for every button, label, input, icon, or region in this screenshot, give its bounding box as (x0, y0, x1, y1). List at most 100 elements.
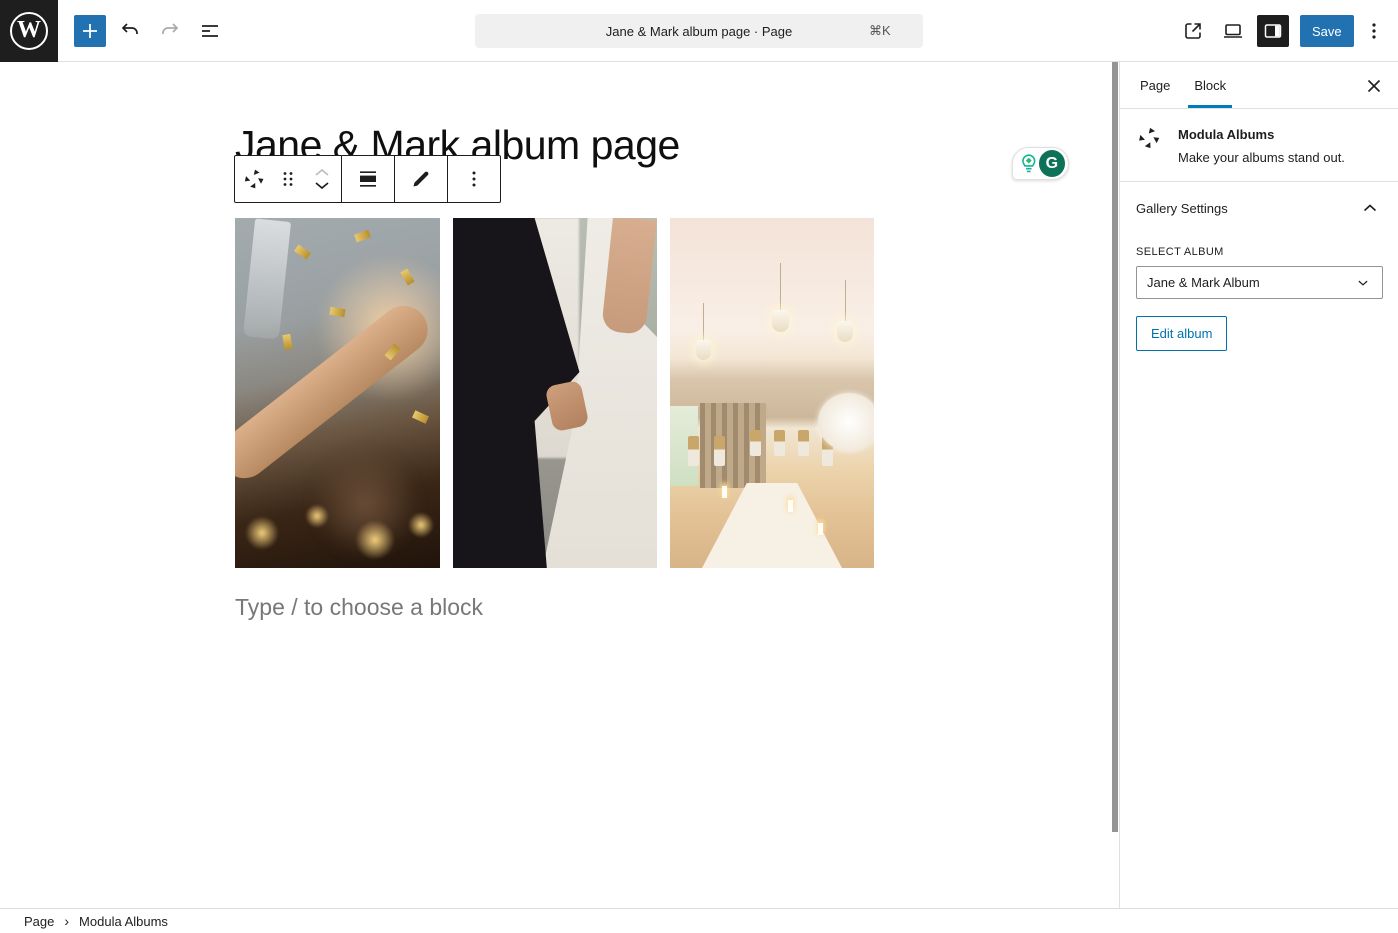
photo-decor (696, 340, 711, 360)
save-button[interactable]: Save (1300, 15, 1354, 47)
photo-decor (703, 303, 704, 341)
edit-gallery-button[interactable] (397, 156, 445, 202)
wordpress-logo-ring: W (10, 12, 48, 50)
laptop-icon (1221, 19, 1245, 43)
photo-decor (722, 486, 727, 498)
document-title: Jane & Mark album page · Page (475, 24, 869, 39)
options-menu-button[interactable] (1358, 15, 1390, 47)
block-toolbar-group-main (235, 156, 342, 202)
tab-block[interactable]: Block (1182, 62, 1238, 108)
preview-button[interactable] (1217, 15, 1249, 47)
grammarly-widget[interactable]: G (1012, 147, 1069, 180)
gallery-settings-body: SELECT ALBUM Jane & Mark Album Edit albu… (1120, 234, 1398, 367)
photo-decor (818, 393, 874, 451)
pencil-icon (409, 167, 433, 191)
kebab-menu-icon (1362, 19, 1386, 43)
modula-pinwheel-icon (1136, 125, 1162, 151)
move-up-icon (311, 166, 333, 179)
block-card-description: Make your albums stand out. (1178, 150, 1345, 165)
tab-page[interactable]: Page (1128, 62, 1182, 108)
undo-button[interactable] (114, 15, 146, 47)
block-mover-control[interactable] (305, 156, 339, 202)
block-card-text: Modula Albums Make your albums stand out… (1178, 125, 1345, 165)
photo-decor (282, 334, 292, 350)
empty-block-placeholder[interactable]: Type / to choose a block (235, 594, 483, 621)
chevron-down-icon (1354, 274, 1372, 292)
photo-decor (243, 218, 291, 339)
photo-decor (245, 516, 279, 550)
photo-decor (845, 280, 846, 322)
wordpress-logo[interactable]: W (0, 0, 58, 62)
photo-decor (688, 436, 699, 466)
lightbulb-icon (1019, 153, 1039, 175)
list-view-icon (198, 19, 222, 43)
align-icon (356, 167, 380, 191)
wordpress-logo-letter: W (17, 18, 41, 42)
photo-decor (774, 430, 785, 456)
close-sidebar-button[interactable] (1358, 70, 1390, 102)
select-album-label: SELECT ALBUM (1136, 246, 1382, 258)
block-options-button[interactable] (450, 156, 498, 202)
document-overview-button[interactable] (194, 15, 226, 47)
album-image-holding-hands[interactable] (453, 218, 657, 568)
block-toolbar-group-edit (395, 156, 448, 202)
move-down-icon (311, 179, 333, 192)
breadcrumb-modula-albums[interactable]: Modula Albums (79, 914, 168, 929)
edit-album-button[interactable]: Edit album (1136, 316, 1227, 351)
settings-sidebar: Page Block Modula Albums Make your album… (1119, 62, 1398, 933)
redo-button[interactable] (154, 15, 186, 47)
kebab-menu-icon (462, 167, 486, 191)
chevron-up-icon (1358, 196, 1382, 220)
settings-sidebar-toggle[interactable] (1257, 15, 1289, 47)
block-card-title: Modula Albums (1178, 125, 1345, 142)
photo-decor (772, 310, 789, 332)
redo-icon (158, 19, 182, 43)
alignment-button[interactable] (344, 156, 392, 202)
photo-decor (305, 504, 329, 528)
editor-top-bar: W Jane & Mark album page · Page ⌘K Save (0, 0, 1398, 62)
modula-pinwheel-icon (242, 167, 266, 191)
undo-icon (118, 19, 142, 43)
drag-handle[interactable] (271, 156, 305, 202)
photo-decor (837, 321, 853, 342)
drag-dots-icon (276, 167, 300, 191)
command-shortcut: ⌘K (869, 23, 923, 39)
breadcrumb-page[interactable]: Page (24, 914, 54, 929)
album-select-value: Jane & Mark Album (1147, 275, 1260, 290)
photo-decor (714, 436, 725, 466)
block-type-button[interactable] (237, 156, 271, 202)
photo-decor (408, 512, 434, 538)
block-toolbar (234, 155, 501, 203)
grammarly-logo: G (1039, 150, 1065, 177)
sidebar-tabs: Page Block (1120, 62, 1398, 109)
wordpress-block-editor: W Jane & Mark album page · Page ⌘K Save (0, 0, 1398, 933)
chevron-right-icon: › (64, 914, 69, 928)
canvas-scrollbar[interactable] (1112, 62, 1118, 832)
block-toolbar-group-options (448, 156, 500, 202)
photo-decor (798, 430, 809, 456)
plus-icon (78, 19, 102, 43)
editor-canvas: Jane & Mark album page (0, 62, 1118, 908)
view-page-button[interactable] (1177, 15, 1209, 47)
album-select[interactable]: Jane & Mark Album (1136, 266, 1383, 299)
command-palette[interactable]: Jane & Mark album page · Page ⌘K (475, 14, 923, 48)
photo-decor (750, 430, 761, 456)
block-inserter-button[interactable] (74, 15, 106, 47)
external-link-icon (1181, 19, 1205, 43)
photo-decor (780, 263, 781, 311)
gallery-settings-panel-toggle[interactable]: Gallery Settings (1120, 182, 1398, 234)
block-card: Modula Albums Make your albums stand out… (1120, 109, 1398, 182)
gallery-settings-title: Gallery Settings (1136, 201, 1228, 216)
photo-decor (818, 523, 823, 535)
photo-decor (354, 230, 371, 243)
album-image-ceremony-room[interactable] (670, 218, 874, 568)
block-toolbar-group-align (342, 156, 395, 202)
photo-decor (412, 410, 429, 424)
close-icon (1362, 74, 1386, 98)
sidebar-panel-icon (1261, 19, 1285, 43)
photo-decor (355, 520, 395, 560)
photo-decor (294, 244, 311, 259)
photo-decor (788, 500, 793, 512)
album-image-celebration[interactable] (235, 218, 440, 568)
modula-album-gallery (235, 218, 874, 568)
